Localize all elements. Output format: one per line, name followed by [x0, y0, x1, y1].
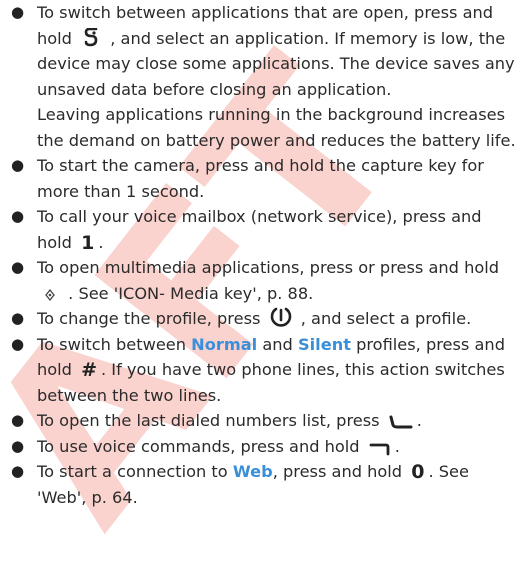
list-item: ● To open the last dialed numbers list, … — [0, 408, 521, 434]
list-item: ● To change the profile, press , and sel… — [0, 306, 521, 332]
list-item: ● To use voice commands, press and hold … — [0, 434, 521, 460]
bullet-icon: ● — [11, 3, 25, 21]
menu-key-icon — [84, 27, 98, 46]
list-item: ● To switch between applications that ar… — [0, 0, 521, 153]
shortcut-list: ● To switch between applications that ar… — [0, 0, 527, 510]
list-item: ● To start the camera, press and hold th… — [0, 153, 521, 204]
key-1: 1 — [81, 231, 95, 254]
list-item: ● To switch between Normal and Silent pr… — [0, 332, 521, 409]
key-hash: # — [81, 359, 98, 381]
bullet-icon: ● — [11, 462, 25, 480]
bullet-icon: ● — [11, 258, 25, 276]
key-0: 0 — [411, 461, 425, 483]
media-key-icon — [45, 288, 55, 301]
bullet-icon: ● — [11, 207, 25, 225]
bullet-icon: ● — [11, 411, 25, 429]
bullet-icon: ● — [11, 334, 25, 353]
right-selection-key-icon — [369, 443, 390, 455]
bullet-icon: ● — [11, 309, 25, 327]
list-item: ● To start a connection to Web, press an… — [11, 461, 469, 507]
web-link[interactable]: Web — [233, 462, 273, 481]
power-key-icon — [270, 307, 291, 327]
bullet-icon: ● — [11, 156, 25, 174]
list-item: ● To open multimedia applications, press… — [0, 255, 521, 306]
profile-silent-label: Silent — [297, 334, 351, 354]
profile-normal-label: Normal — [191, 334, 258, 354]
list-item: ● To call your voice mailbox (network se… — [0, 204, 521, 255]
bullet-icon: ● — [11, 436, 25, 455]
call-key-icon — [389, 415, 413, 429]
